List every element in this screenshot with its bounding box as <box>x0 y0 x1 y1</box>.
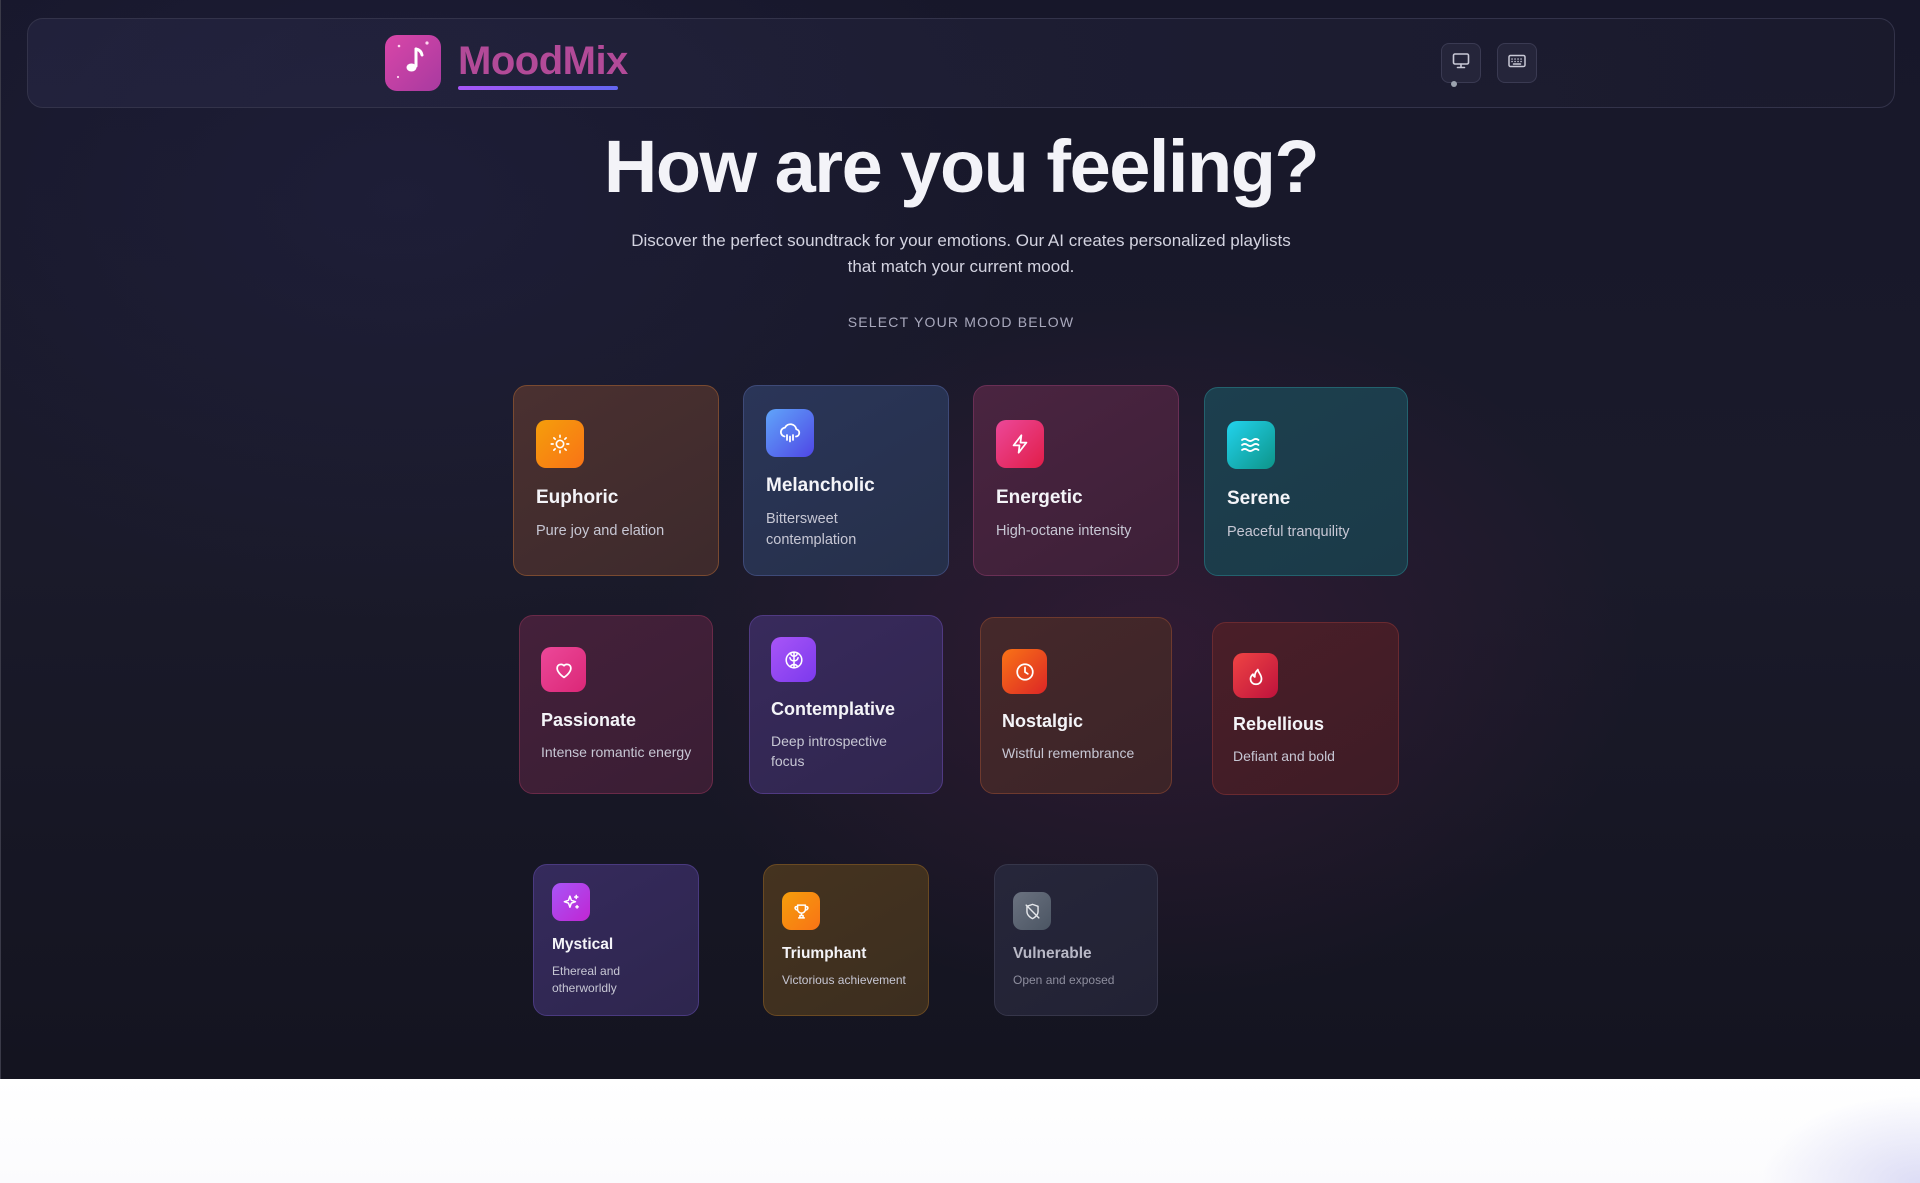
mood-description: High-octane intensity <box>996 523 1132 539</box>
mood-card-passionate[interactable]: Passionate Intense romantic energy <box>519 615 713 794</box>
display-mode-button[interactable] <box>1441 43 1481 83</box>
mood-description: Peaceful tranquility <box>1227 524 1350 540</box>
mood-card-mystical[interactable]: Mystical Ethereal and otherworldly <box>533 864 699 1016</box>
mood-description: Pure joy and elation <box>536 523 665 539</box>
clock-icon <box>1002 649 1047 694</box>
mood-name: Melancholic <box>766 475 875 496</box>
mood-card-energetic[interactable]: Energetic High-octane intensity <box>973 385 1179 576</box>
mood-description: Bittersweet contemplation <box>766 511 857 549</box>
mood-name: Energetic <box>996 487 1083 508</box>
mood-card-nostalgic[interactable]: Nostalgic Wistful remembrance <box>980 617 1172 794</box>
app-name: MoodMix <box>458 39 628 83</box>
mood-description: Wistful remembrance <box>1002 745 1135 761</box>
mood-card-melancholic[interactable]: Melancholic Bittersweet contemplation <box>743 385 949 576</box>
mood-card-triumphant[interactable]: Triumphant Victorious achievement <box>763 864 929 1016</box>
mood-card-vulnerable[interactable]: Vulnerable Open and exposed <box>994 864 1158 1016</box>
top-header: MoodMix <box>27 18 1895 108</box>
mood-description: Open and exposed <box>1013 973 1115 987</box>
mood-description: Defiant and bold <box>1233 748 1335 764</box>
heart-icon <box>541 647 586 692</box>
corner-glow <box>1760 1093 1920 1183</box>
trophy-icon <box>782 892 820 930</box>
mood-card-rebellious[interactable]: Rebellious Defiant and bold <box>1212 622 1399 795</box>
sparkles-icon <box>552 883 590 921</box>
mood-name: Rebellious <box>1233 714 1325 734</box>
mood-name: Euphoric <box>536 487 619 508</box>
mood-name: Serene <box>1227 488 1291 509</box>
flame-icon <box>1233 653 1278 698</box>
mood-card-serene[interactable]: Serene Peaceful tranquility <box>1204 387 1408 576</box>
logo-tile[interactable] <box>385 35 441 91</box>
sun-icon <box>536 420 584 468</box>
mood-description: Intense romantic energy <box>541 744 692 760</box>
mood-name: Mystical <box>552 936 614 953</box>
subtitle-line-1: Discover the perfect soundtrack for your… <box>631 231 1291 250</box>
monitor-icon <box>1451 51 1471 76</box>
page-subtitle: Discover the perfect soundtrack for your… <box>621 228 1301 280</box>
brain-icon <box>771 637 816 682</box>
app-background: MoodMix How are you feeling? Discover th… <box>0 0 1920 1079</box>
shield-off-icon <box>1013 892 1051 930</box>
keyboard-icon <box>1507 51 1527 76</box>
mood-name: Nostalgic <box>1002 711 1084 731</box>
page-footer-area <box>0 1079 1920 1183</box>
select-mood-hint: SELECT YOUR MOOD BELOW <box>847 314 1075 330</box>
cloud-rain-icon <box>766 409 814 457</box>
mood-card-euphoric[interactable]: Euphoric Pure joy and elation <box>513 385 719 576</box>
logo-underline <box>458 86 618 90</box>
page-title: How are you feeling? <box>603 125 1320 208</box>
music-note-icon <box>385 33 441 94</box>
mood-name: Contemplative <box>771 699 896 719</box>
active-indicator-dot <box>1451 81 1457 87</box>
mood-description: Deep introspective focus <box>771 733 887 770</box>
mood-description: Victorious achievement <box>782 973 906 987</box>
keyboard-shortcuts-button[interactable] <box>1497 43 1537 83</box>
subtitle-line-2: that match your current mood. <box>847 257 1075 276</box>
lightning-icon <box>996 420 1044 468</box>
mood-card-contemplative[interactable]: Contemplative Deep introspective focus <box>749 615 943 794</box>
mood-name: Passionate <box>541 710 637 730</box>
mood-name: Triumphant <box>782 945 867 962</box>
mood-name: Vulnerable <box>1013 945 1092 962</box>
mood-description: Ethereal and otherworldly <box>552 964 621 996</box>
waves-icon <box>1227 421 1275 469</box>
